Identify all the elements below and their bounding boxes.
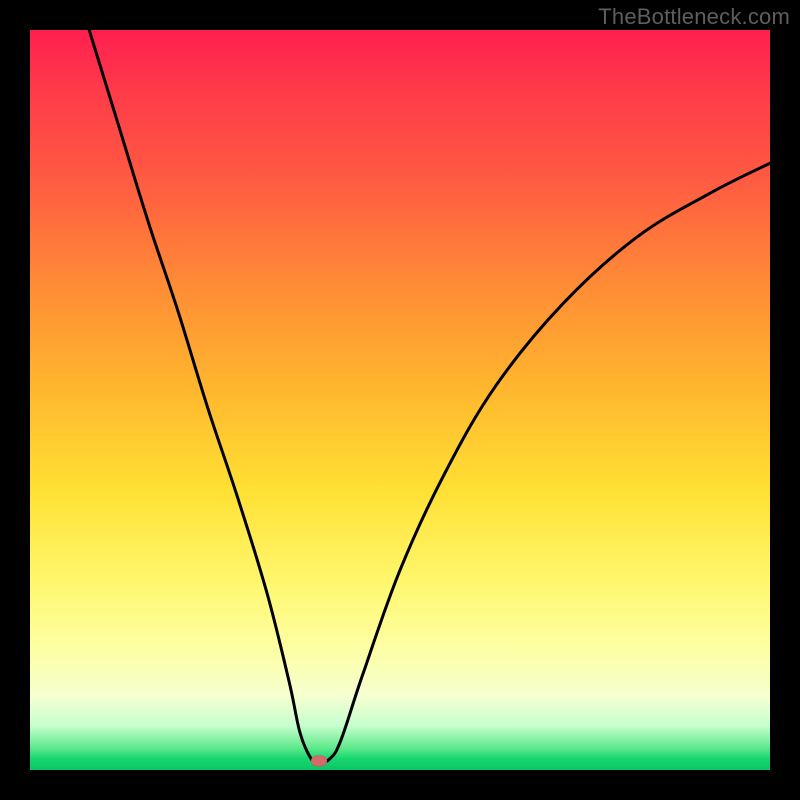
- chart-frame: TheBottleneck.com: [0, 0, 800, 800]
- bottleneck-curve: [89, 30, 770, 763]
- optimal-point-marker: [311, 756, 327, 767]
- curve-svg: [30, 30, 770, 770]
- plot-area: [30, 30, 770, 770]
- watermark-text: TheBottleneck.com: [598, 4, 790, 30]
